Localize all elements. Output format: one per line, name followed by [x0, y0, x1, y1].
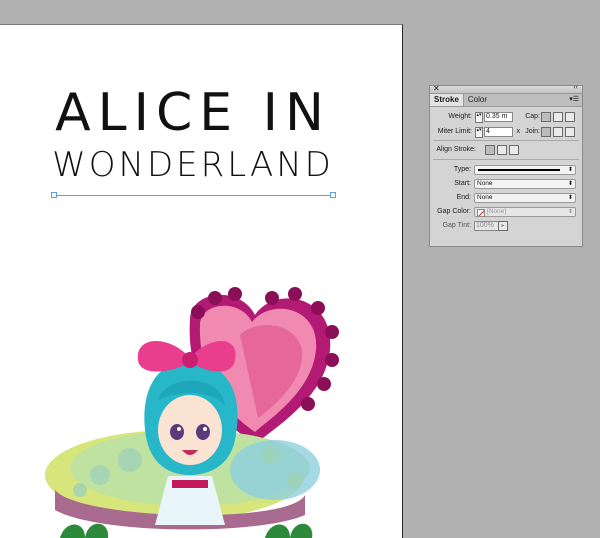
collapse-icon[interactable]: ‹‹: [573, 84, 578, 91]
align-outside-icon[interactable]: [509, 145, 519, 155]
align-center-icon[interactable]: [485, 145, 495, 155]
tab-stroke[interactable]: Stroke: [430, 94, 464, 106]
join-label: Join:: [525, 128, 540, 135]
gap-tint-label: Gap Tint:: [442, 222, 471, 229]
end-select[interactable]: None ⬍: [474, 193, 576, 203]
gap-tint-arrow-icon[interactable]: ▸: [498, 221, 508, 231]
type-label: Type:: [453, 166, 471, 173]
panel-tabs: Stroke Color ▾☰: [430, 94, 582, 107]
divider: [433, 159, 579, 160]
butt-cap-icon[interactable]: [541, 112, 551, 122]
gap-color-row: Gap Color: [None] ⬍: [430, 206, 582, 217]
end-row: End: None ⬍: [430, 192, 582, 203]
weight-input[interactable]: 0.35 m: [484, 112, 513, 122]
projecting-cap-icon[interactable]: [565, 112, 575, 122]
line-start-handle[interactable]: [51, 192, 57, 198]
round-cap-icon[interactable]: [553, 112, 563, 122]
miter-row: Miter Limit: ▴▾ 4 x Join:: [430, 126, 582, 138]
close-icon[interactable]: ✕: [433, 84, 440, 93]
miter-join-icon[interactable]: [541, 127, 551, 137]
stroke-panel: ✕ ‹‹ Stroke Color ▾☰ Weight: ▴▾ 0.35 m C…: [429, 84, 583, 247]
align-stroke-label: Align Stroke:: [436, 146, 476, 153]
start-value: None: [477, 180, 493, 187]
gap-color-select[interactable]: [None] ⬍: [474, 207, 576, 217]
round-join-icon[interactable]: [553, 127, 563, 137]
weight-label: Weight:: [448, 113, 472, 120]
align-row: Align Stroke:: [430, 144, 582, 155]
type-select[interactable]: ⬍: [474, 165, 576, 175]
title-line-1[interactable]: ALICE IN: [0, 83, 386, 143]
title-line-2[interactable]: WONDERLAND: [0, 145, 386, 185]
chevron-updown-icon: ⬍: [567, 209, 573, 215]
start-row: Start: None ⬍: [430, 178, 582, 189]
miter-stepper-icon[interactable]: ▴▾: [475, 127, 483, 138]
gap-tint-input[interactable]: 100%: [474, 221, 499, 231]
chevron-updown-icon: ⬍: [567, 181, 573, 187]
gap-color-label: Gap Color:: [437, 208, 471, 215]
chevron-updown-icon: ⬍: [567, 195, 573, 201]
miter-unit: x: [516, 128, 521, 135]
miter-label: Miter Limit:: [437, 128, 472, 135]
chevron-updown-icon: ⬍: [567, 167, 573, 173]
miter-input[interactable]: 4: [484, 127, 513, 137]
start-select[interactable]: None ⬍: [474, 179, 576, 189]
weight-row: Weight: ▴▾ 0.35 m Cap:: [430, 111, 582, 123]
solid-line-swatch: [478, 169, 560, 171]
type-row: Type: ⬍: [430, 164, 582, 175]
gap-tint-row: Gap Tint: 100% ▸: [430, 220, 582, 231]
end-value: None: [477, 194, 493, 201]
none-swatch-icon: [477, 209, 485, 217]
bevel-join-icon[interactable]: [565, 127, 575, 137]
weight-stepper-icon[interactable]: ▴▾: [475, 112, 483, 123]
divider: [433, 140, 579, 141]
start-label: Start:: [454, 180, 471, 187]
alice-illustration[interactable]: [40, 280, 350, 538]
align-inside-icon[interactable]: [497, 145, 507, 155]
tab-color[interactable]: Color: [464, 94, 491, 106]
panel-title-bar[interactable]: ✕ ‹‹: [430, 84, 582, 94]
panel-menu-icon[interactable]: ▾☰: [569, 95, 579, 103]
end-label: End:: [456, 194, 471, 201]
cap-label: Cap:: [525, 113, 540, 120]
selected-line-object[interactable]: [53, 195, 333, 196]
line-end-handle[interactable]: [330, 192, 336, 198]
gap-color-value: [None]: [487, 208, 507, 215]
document-page[interactable]: ALICE IN WONDERLAND: [0, 24, 403, 538]
